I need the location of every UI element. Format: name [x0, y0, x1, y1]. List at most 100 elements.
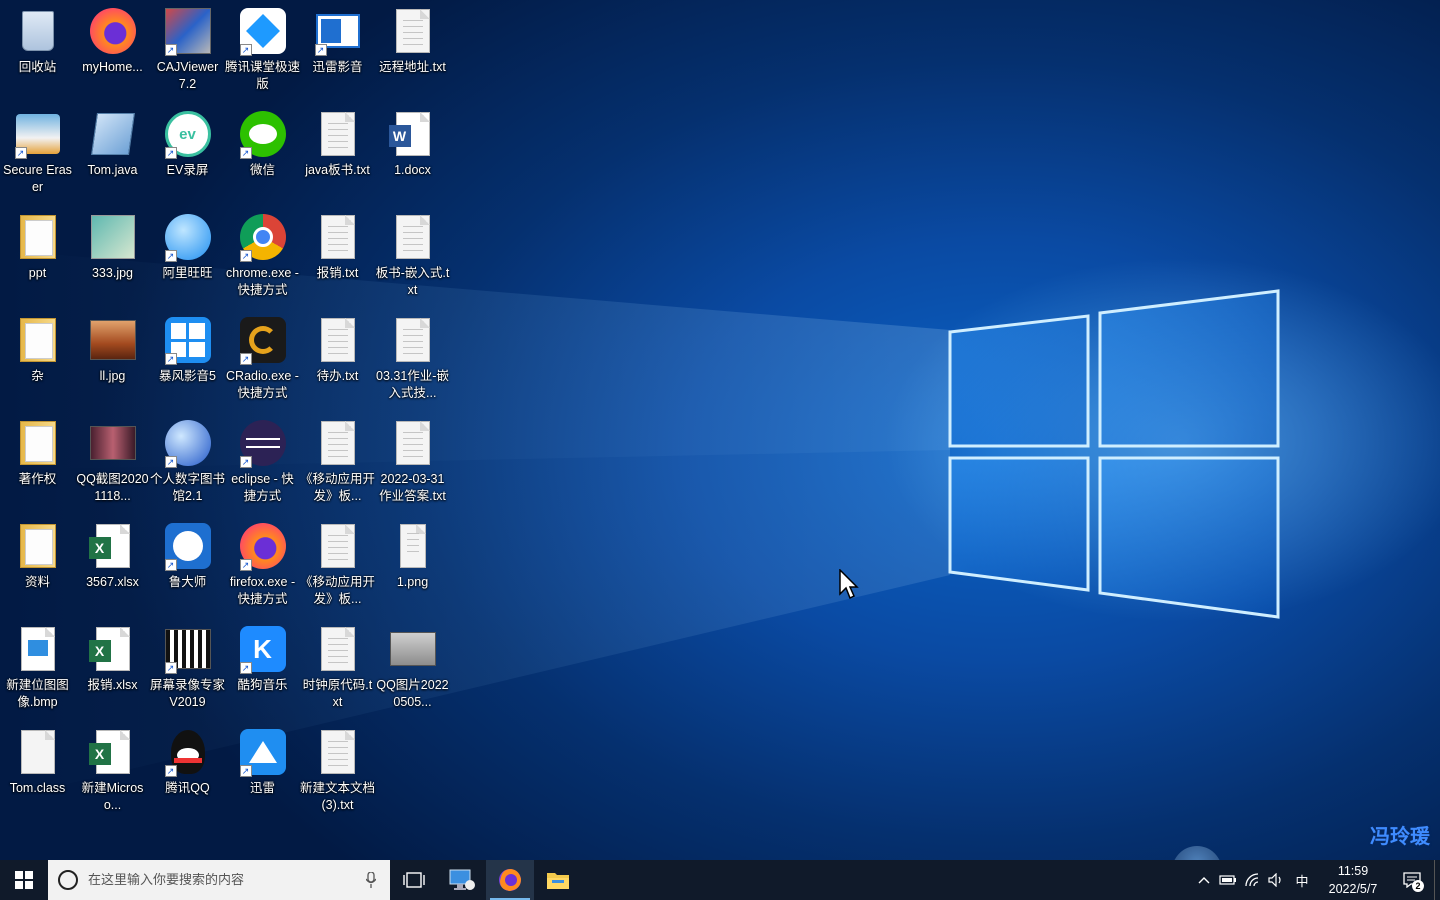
desktop-icon-ll-jpg-19[interactable]: ll.jpg: [75, 309, 150, 409]
desktop-icon-1-docx-11[interactable]: W 1.docx: [375, 103, 450, 203]
desktop-icon-secure-eraser-6[interactable]: ↗ Secure Eraser: [0, 103, 75, 203]
desktop-icon-label: ll.jpg: [99, 369, 126, 383]
desktop-icon-label: 腾讯QQ: [165, 781, 210, 795]
txt-icon: [313, 418, 363, 468]
battery-button[interactable]: [1216, 860, 1240, 900]
show-desktop-button[interactable]: [1434, 860, 1440, 900]
jpg-icon: [88, 212, 138, 262]
txt-icon: [313, 109, 363, 159]
desktop-icon-v2019-38[interactable]: ↗ 屏幕录像专家V2019: [150, 618, 225, 718]
tray-expand-button[interactable]: [1192, 860, 1216, 900]
desktop-icon-03-31-23[interactable]: 03.31作业-嵌入式技...: [375, 309, 450, 409]
desktop-icon-qq-20201118-25[interactable]: QQ截图20201118...: [75, 412, 150, 512]
desktop-icon-txt-22[interactable]: 待办.txt: [300, 309, 375, 409]
eclipse-icon: ↗: [238, 418, 288, 468]
desktop-icon-333-jpg-13[interactable]: 333.jpg: [75, 206, 150, 306]
desktop-icon-9[interactable]: ↗ 微信: [225, 103, 300, 203]
desktop-icon-tom-java-7[interactable]: Tom.java: [75, 103, 150, 203]
taskbar-firefox[interactable]: [486, 860, 534, 900]
desktop-icon-cajviewer-7-2-2[interactable]: ↗ CAJViewer 7.2: [150, 0, 225, 100]
remote-desktop-icon: [449, 869, 475, 890]
desktop-icon-label: 微信: [249, 163, 275, 177]
desktop-icon-myhome-1[interactable]: myHome...: [75, 0, 150, 100]
desktop-icon-microso-43[interactable]: X 新建Microso...: [75, 721, 150, 821]
txt-icon: [388, 418, 438, 468]
desktop-icon-xlsx-37[interactable]: X 报销.xlsx: [75, 618, 150, 718]
shortcut-arrow-icon: ↗: [164, 765, 177, 777]
desktop-icon-qq-44[interactable]: ↗ 腾讯QQ: [150, 721, 225, 821]
task-view-button[interactable]: [390, 860, 438, 900]
desktop-icon-39[interactable]: K ↗ 酷狗音乐: [225, 618, 300, 718]
shortcut-arrow-icon: ↗: [164, 250, 177, 262]
xunlei-icon: ↗: [238, 727, 288, 777]
desktop-icon-txt-16[interactable]: 报销.txt: [300, 206, 375, 306]
desktop-icon-label: 时钟原代码.txt: [302, 678, 373, 709]
start-button[interactable]: [0, 860, 48, 900]
desktop-icon-14[interactable]: ↗ 阿里旺旺: [150, 206, 225, 306]
desktop-icon-tom-class-42[interactable]: Tom.class: [0, 721, 75, 821]
desktop-icon-3[interactable]: ↗ 腾讯课堂极速版: [225, 0, 300, 100]
shortcut-arrow-icon: ↗: [164, 662, 177, 674]
desktop-icon-28[interactable]: 《移动应用开发》板...: [300, 412, 375, 512]
desktop-icon-5-20[interactable]: ↗ 暴风影音5: [150, 309, 225, 409]
taskbar-file-explorer[interactable]: [534, 860, 582, 900]
desktop-icon-bmp-36[interactable]: 新建位图图像.bmp: [0, 618, 75, 718]
clock[interactable]: 11:59 2022/5/7: [1316, 862, 1390, 898]
chrome-icon: ↗: [238, 212, 288, 262]
wifi-icon: [1245, 873, 1259, 887]
desktop-icon-1-png-35[interactable]: 1.png: [375, 515, 450, 615]
desktop-icon-ev-8[interactable]: ev ↗ EV录屏: [150, 103, 225, 203]
network-button[interactable]: [1240, 860, 1264, 900]
desktop-icon-32[interactable]: ↗ 鲁大师: [150, 515, 225, 615]
desktop-icon-2-1-26[interactable]: ↗ 个人数字图书馆2.1: [150, 412, 225, 512]
desktop-icon-0[interactable]: 回收站: [0, 0, 75, 100]
windows-logo-icon: [15, 871, 33, 889]
desktop-icon-label: 报销.xlsx: [87, 678, 138, 692]
desktop-icon-ppt-12[interactable]: ppt: [0, 206, 75, 306]
qq-icon: ↗: [163, 727, 213, 777]
desktop-icon-3567-xlsx-31[interactable]: X 3567.xlsx: [75, 515, 150, 615]
xlsx-icon: X: [88, 727, 138, 777]
chevron-up-icon: [1198, 877, 1210, 884]
desktop-icon-eclipse-27[interactable]: ↗ eclipse - 快捷方式: [225, 412, 300, 512]
desktop-icon-4[interactable]: ↗ 迅雷影音: [300, 0, 375, 100]
search-input[interactable]: [88, 872, 348, 888]
photo-icon: [88, 315, 138, 365]
clock-time: 11:59: [1337, 864, 1369, 878]
desktop-icon-java-txt-10[interactable]: java板书.txt: [300, 103, 375, 203]
input-method-indicator[interactable]: 中: [1288, 860, 1316, 900]
desktop-icon-label: 腾讯课堂极速版: [225, 60, 301, 91]
desktop-icon-chrome-exe-15[interactable]: ↗ chrome.exe - 快捷方式: [225, 206, 300, 306]
recycle-icon: [13, 6, 63, 56]
desktop-icon-firefox-exe-33[interactable]: ↗ firefox.exe - 快捷方式: [225, 515, 300, 615]
txt-icon: [313, 315, 363, 365]
desktop-icon-txt-5[interactable]: 远程地址.txt: [375, 0, 450, 100]
microphone-icon[interactable]: [366, 872, 376, 888]
desktop-icon-txt-40[interactable]: 时钟原代码.txt: [300, 618, 375, 718]
action-center-button[interactable]: 2: [1390, 860, 1434, 900]
speaker-icon: [1268, 873, 1281, 887]
desktop-icon-2022-03-31-txt-29[interactable]: 2022-03-31作业答案.txt: [375, 412, 450, 512]
desktop-icon-label: myHome...: [82, 60, 143, 74]
desktop-icon-txt-17[interactable]: 板书-嵌入式.txt: [375, 206, 450, 306]
desktop-icon-qq-20220505-41[interactable]: QQ图片20220505...: [375, 618, 450, 718]
photo-gray-icon: [388, 624, 438, 674]
desktop-icon-45[interactable]: ↗ 迅雷: [225, 721, 300, 821]
desktop-icon-30[interactable]: 资料: [0, 515, 75, 615]
desktop-icon-label: Tom.class: [9, 781, 66, 795]
desktop-icon-3-txt-46[interactable]: 新建文本文档 (3).txt: [300, 721, 375, 821]
desktop-icon-label: 资料: [24, 575, 50, 589]
desktop-icon-cradio-exe-21[interactable]: ↗ CRadio.exe - 快捷方式: [225, 309, 300, 409]
desktop-icon-34[interactable]: 《移动应用开发》板...: [300, 515, 375, 615]
folder-icon: [547, 873, 569, 889]
shortcut-arrow-icon: ↗: [239, 250, 252, 262]
shortcut-arrow-icon: ↗: [164, 147, 177, 159]
taskbar-remote-desktop[interactable]: [438, 860, 486, 900]
volume-button[interactable]: [1264, 860, 1288, 900]
desktop-icon-18[interactable]: 杂: [0, 309, 75, 409]
desktop-icon-24[interactable]: 著作权: [0, 412, 75, 512]
search-box[interactable]: [48, 860, 390, 900]
ludashi-icon: ↗: [163, 521, 213, 571]
xlsx-icon: X: [88, 521, 138, 571]
desktop-icon-label: firefox.exe - 快捷方式: [229, 575, 296, 606]
